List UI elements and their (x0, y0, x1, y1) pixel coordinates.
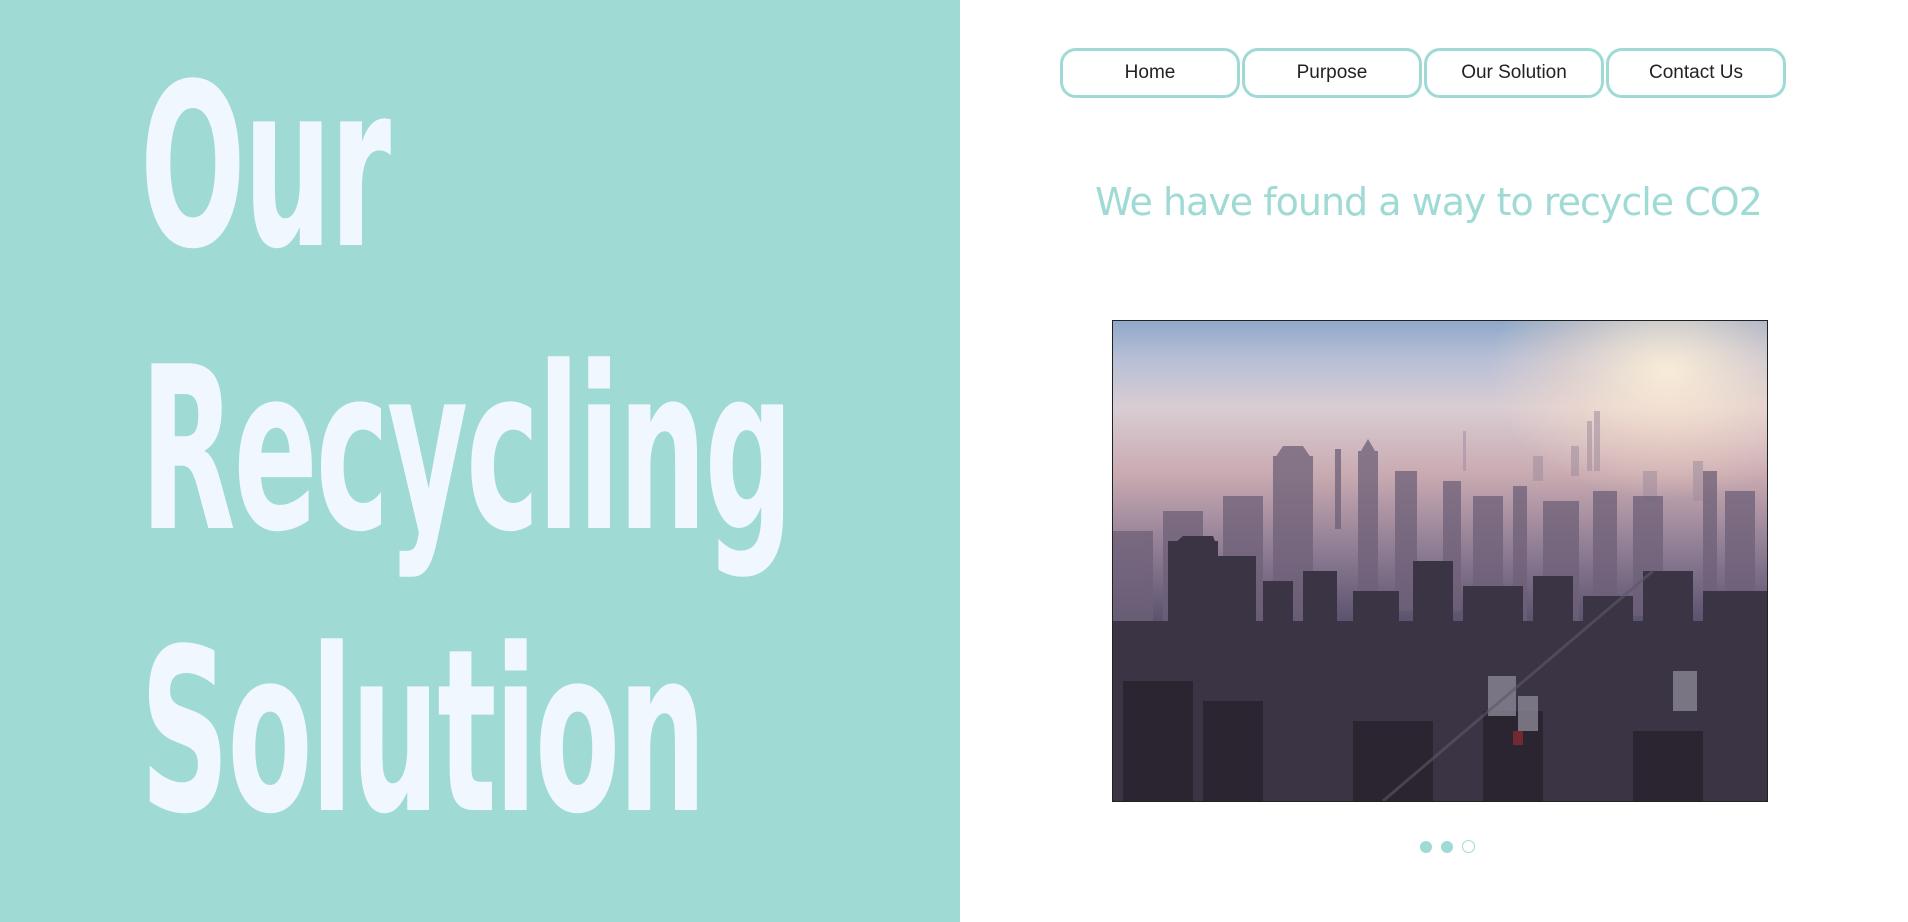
hero-title-line-1: Our (140, 36, 391, 299)
carousel-dot-1[interactable] (1420, 840, 1432, 853)
nav-our-solution-button[interactable]: Our Solution (1424, 48, 1604, 98)
carousel-image (1112, 320, 1768, 802)
carousel-dot-3-active[interactable] (1462, 840, 1475, 853)
page: Our Recycling Solution Home Purpose Our … (0, 0, 1908, 922)
hero-panel: Our Recycling Solution (0, 0, 960, 922)
hero-title-line-3: Solution (140, 601, 707, 864)
main-nav: Home Purpose Our Solution Contact Us (1060, 48, 1786, 98)
tagline-heading: We have found a way to recycle CO2 (1095, 180, 1763, 224)
nav-contact-us-button[interactable]: Contact Us (1606, 48, 1786, 98)
nav-home-button[interactable]: Home (1060, 48, 1240, 98)
carousel-indicators (1420, 840, 1475, 853)
nav-purpose-button[interactable]: Purpose (1242, 48, 1422, 98)
carousel-dot-2[interactable] (1441, 840, 1453, 853)
hero-title-line-2: Recycling (140, 319, 793, 582)
skyline-silhouette (1113, 411, 1767, 801)
